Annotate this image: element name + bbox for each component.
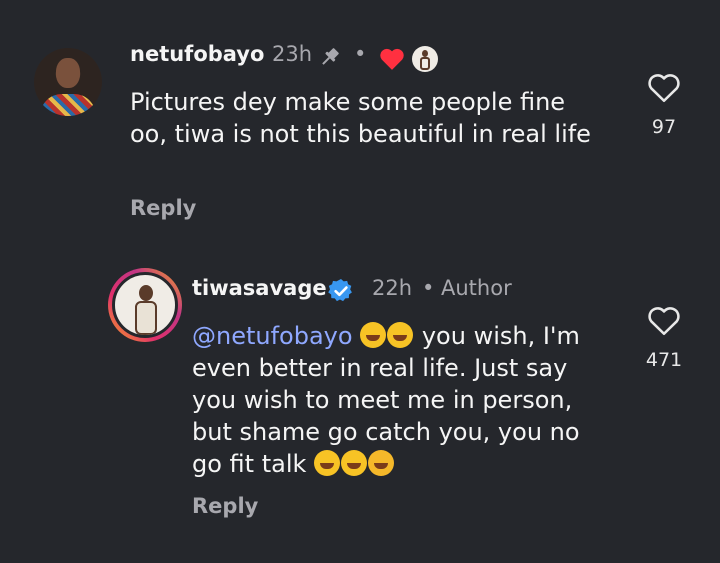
reply-button[interactable]: Reply — [130, 196, 196, 220]
heart-outline-icon[interactable] — [647, 305, 681, 337]
author-label: Author — [441, 276, 512, 300]
comment-username[interactable]: netufobayo — [130, 42, 264, 66]
avatar-shirt — [40, 94, 96, 116]
avatar-netufobayo[interactable] — [34, 48, 102, 116]
kiss-emoji — [368, 450, 395, 476]
comment-time: 22h — [372, 276, 413, 300]
comment-username[interactable]: tiwasavage — [192, 276, 327, 300]
comment-text: Pictures dey make some people fine oo, t… — [130, 88, 591, 148]
avatar-head — [139, 285, 153, 301]
author-liked-avatar — [412, 46, 438, 72]
avatar-photo — [112, 272, 178, 338]
meta-separator: • — [354, 42, 367, 66]
red-heart-icon — [380, 48, 404, 70]
avatar-face — [56, 58, 80, 88]
squinting-tongue-emoji — [314, 450, 341, 476]
rofl-emoji — [360, 322, 387, 348]
reply-button[interactable]: Reply — [192, 494, 258, 518]
comment-time: 23h — [272, 42, 313, 66]
rofl-emoji — [341, 450, 368, 476]
pin-icon — [322, 48, 339, 65]
rofl-emoji — [387, 322, 414, 348]
meta-separator: • — [422, 276, 435, 300]
avatar-body — [135, 301, 157, 335]
mention-link[interactable]: @netufobayo — [192, 322, 353, 350]
like-count: 97 — [651, 116, 677, 138]
avatar-tiwasavage[interactable] — [108, 268, 182, 342]
heart-outline-icon[interactable] — [647, 72, 681, 104]
verified-badge-icon — [328, 279, 352, 302]
comment-text: @netufobayo you wish, I'm even better in… — [192, 320, 612, 480]
like-count: 471 — [645, 349, 683, 371]
